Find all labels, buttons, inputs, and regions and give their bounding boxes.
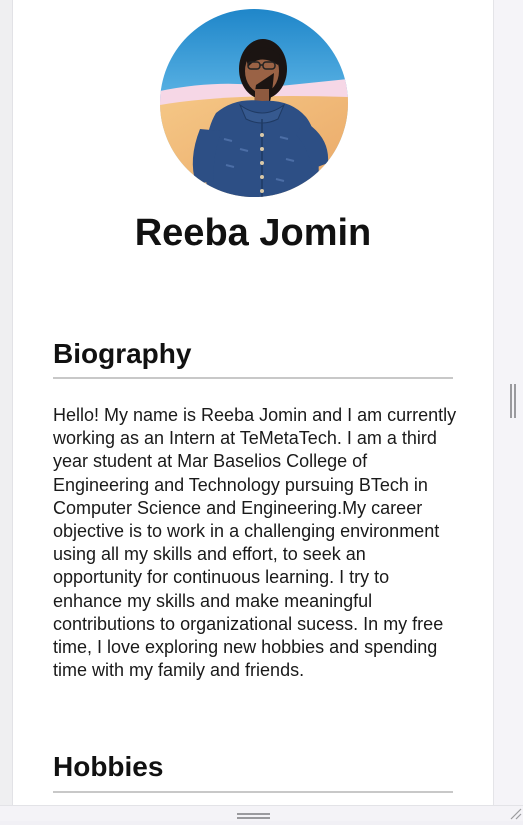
right-pane-edge	[493, 0, 523, 805]
grip-line	[237, 817, 270, 819]
grip-line	[514, 384, 516, 418]
hobbies-divider	[53, 791, 453, 793]
profile-name: Reeba Jomin	[134, 212, 372, 254]
grip-line	[510, 384, 512, 418]
profile-photo-image	[160, 9, 348, 197]
resize-corner-icon[interactable]	[508, 806, 522, 820]
vertical-resize-handle[interactable]	[510, 384, 516, 418]
left-page-margin	[0, 0, 13, 805]
biography-divider	[53, 377, 453, 379]
profile-card: Reeba Jomin Biography Hello! My name is …	[13, 0, 493, 805]
biography-text: Hello! My name is Reeba Jomin and I am c…	[53, 405, 457, 681]
profile-photo	[160, 9, 348, 197]
hobbies-heading: Hobbies	[53, 751, 164, 782]
browser-viewport: Reeba Jomin Biography Hello! My name is …	[0, 0, 523, 821]
biography-heading: Biography	[53, 338, 192, 369]
grip-line	[237, 813, 270, 815]
horizontal-resize-handle[interactable]	[237, 813, 270, 819]
